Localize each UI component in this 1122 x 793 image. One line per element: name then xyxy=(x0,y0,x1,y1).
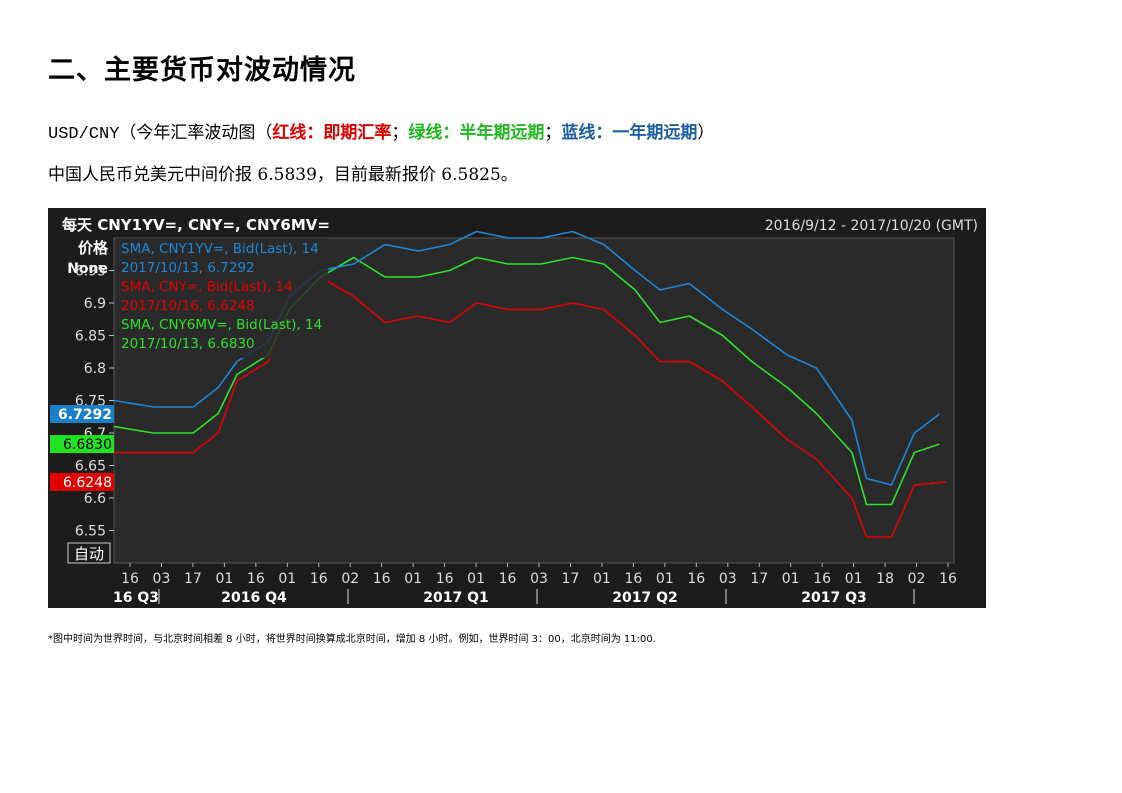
x-tick-label: 01 xyxy=(656,571,674,587)
chart-legend: SMA, CNY1YV=, Bid(Last), 14 2017/10/13, 6… xyxy=(116,238,328,358)
x-tick-label: 01 xyxy=(593,571,611,587)
blue-line-label: 蓝线：一年期远期 xyxy=(561,123,698,143)
quarter-label: 16 Q3 xyxy=(113,590,159,606)
y-tick-label: 6.55 xyxy=(75,524,106,540)
legend-last-value: 2017/10/16, 6.6248 xyxy=(121,298,255,314)
quarter-label: 2017 Q2 xyxy=(612,590,677,606)
x-tick-label: 03 xyxy=(530,571,548,587)
section-heading: 二、主要货币对波动情况 xyxy=(48,55,356,86)
x-tick-label: 16 xyxy=(310,571,328,587)
legend-series-name: SMA, CNY=, Bid(Last), 14 xyxy=(121,279,293,295)
chart-title: 每天 CNY1YV=, CNY=, CNY6MV= xyxy=(62,216,330,234)
chart-svg: 每天 CNY1YV=, CNY=, CNY6MV= 2016/9/12 - 20… xyxy=(48,208,986,608)
x-tick-label: 01 xyxy=(215,571,233,587)
x-tick-label: 17 xyxy=(750,571,768,587)
legend-last-value: 2017/10/13, 6.7292 xyxy=(121,260,255,276)
y-tick-label: 6.85 xyxy=(75,329,106,345)
x-tick-label: 16 xyxy=(373,571,391,587)
x-tick-label: 16 xyxy=(687,571,705,587)
x-tick-label: 16 xyxy=(624,571,642,587)
green-line-label: 绿线：半年期远期 xyxy=(408,123,545,143)
x-tick-label: 02 xyxy=(341,571,359,587)
y-tick-label: 6.95 xyxy=(75,264,106,280)
legend-suffix: ） xyxy=(697,123,715,143)
legend-series-name: SMA, CNY1YV=, Bid(Last), 14 xyxy=(121,241,319,257)
last-value-badge-label: 6.6248 xyxy=(63,475,112,491)
chart-date-range: 2016/9/12 - 2017/10/20 (GMT) xyxy=(765,218,978,234)
y-tick-label: 6.8 xyxy=(84,361,106,377)
fx-chart: 每天 CNY1YV=, CNY=, CNY6MV= 2016/9/12 - 20… xyxy=(48,208,986,608)
legend-last-value: 2017/10/13, 6.6830 xyxy=(121,336,255,352)
last-value-badges: 6.7292 6.6248 6.6830 xyxy=(50,405,114,491)
y-axis-label: 价格 xyxy=(78,239,109,257)
x-tick-label: 01 xyxy=(782,571,800,587)
x-tick-label: 16 xyxy=(247,571,265,587)
x-tick-label: 01 xyxy=(845,571,863,587)
x-tick-label: 16 xyxy=(436,571,454,587)
auto-scale-label[interactable]: 自动 xyxy=(74,545,104,563)
footnote: *图中时间为世界时间，与北京时间相差 8 小时，将世界时间换算成北京时间，增加 … xyxy=(48,634,656,645)
quarter-label: 2017 Q3 xyxy=(801,590,866,606)
x-tick-label: 16 xyxy=(121,571,139,587)
red-line-label: 红线：即期汇率 xyxy=(272,123,392,143)
y-tick-label: 6.6 xyxy=(84,491,106,507)
x-tick-label: 16 xyxy=(939,571,957,587)
legend-series-name: SMA, CNY6MV=, Bid(Last), 14 xyxy=(121,317,322,333)
last-value-badge-label: 6.6830 xyxy=(63,437,112,453)
x-tick-label: 02 xyxy=(908,571,926,587)
x-tick-label: 03 xyxy=(719,571,737,587)
x-tick-label: 16 xyxy=(499,571,517,587)
quarter-label: 2016 Q4 xyxy=(221,590,287,606)
x-tick-label: 01 xyxy=(278,571,296,587)
x-tick-label: 01 xyxy=(467,571,485,587)
x-tick-label: 16 xyxy=(813,571,831,587)
y-tick-label: 6.9 xyxy=(84,296,106,312)
chart-description: USD/CNY（今年汇率波动图（红线：即期汇率；绿线：半年期远期；蓝线：一年期远… xyxy=(48,118,714,144)
x-tick-label: 18 xyxy=(876,571,894,587)
x-tick-label: 17 xyxy=(562,571,580,587)
y-tick-label: 6.65 xyxy=(75,459,106,475)
x-tick-label: 17 xyxy=(184,571,202,587)
last-value-badge-label: 6.7292 xyxy=(58,407,112,423)
currency-pair: USD/CNY xyxy=(48,125,120,144)
summary-text: 中国人民币兑美元中间价报 6.5839，目前最新报价 6.5825。 xyxy=(48,165,518,185)
x-tick-label: 01 xyxy=(404,571,422,587)
legend-sep-1: ； xyxy=(391,123,409,143)
legend-prefix: （今年汇率波动图（ xyxy=(119,123,273,143)
x-tick-label: 03 xyxy=(153,571,171,587)
quarter-label: 2017 Q1 xyxy=(423,590,488,606)
legend-sep-2: ； xyxy=(544,123,562,143)
